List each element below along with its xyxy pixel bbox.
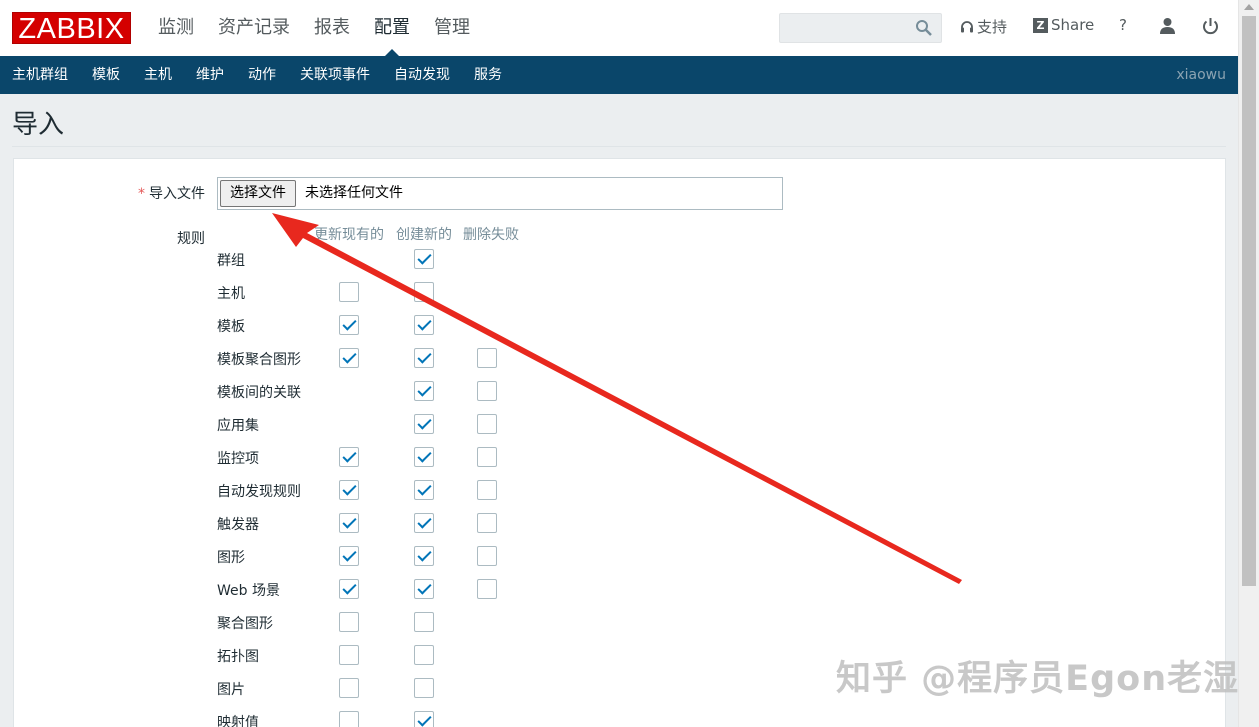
- watermark: 知乎 @程序员Egon老湿: [836, 659, 1240, 699]
- annotation-arrow: [272, 213, 962, 584]
